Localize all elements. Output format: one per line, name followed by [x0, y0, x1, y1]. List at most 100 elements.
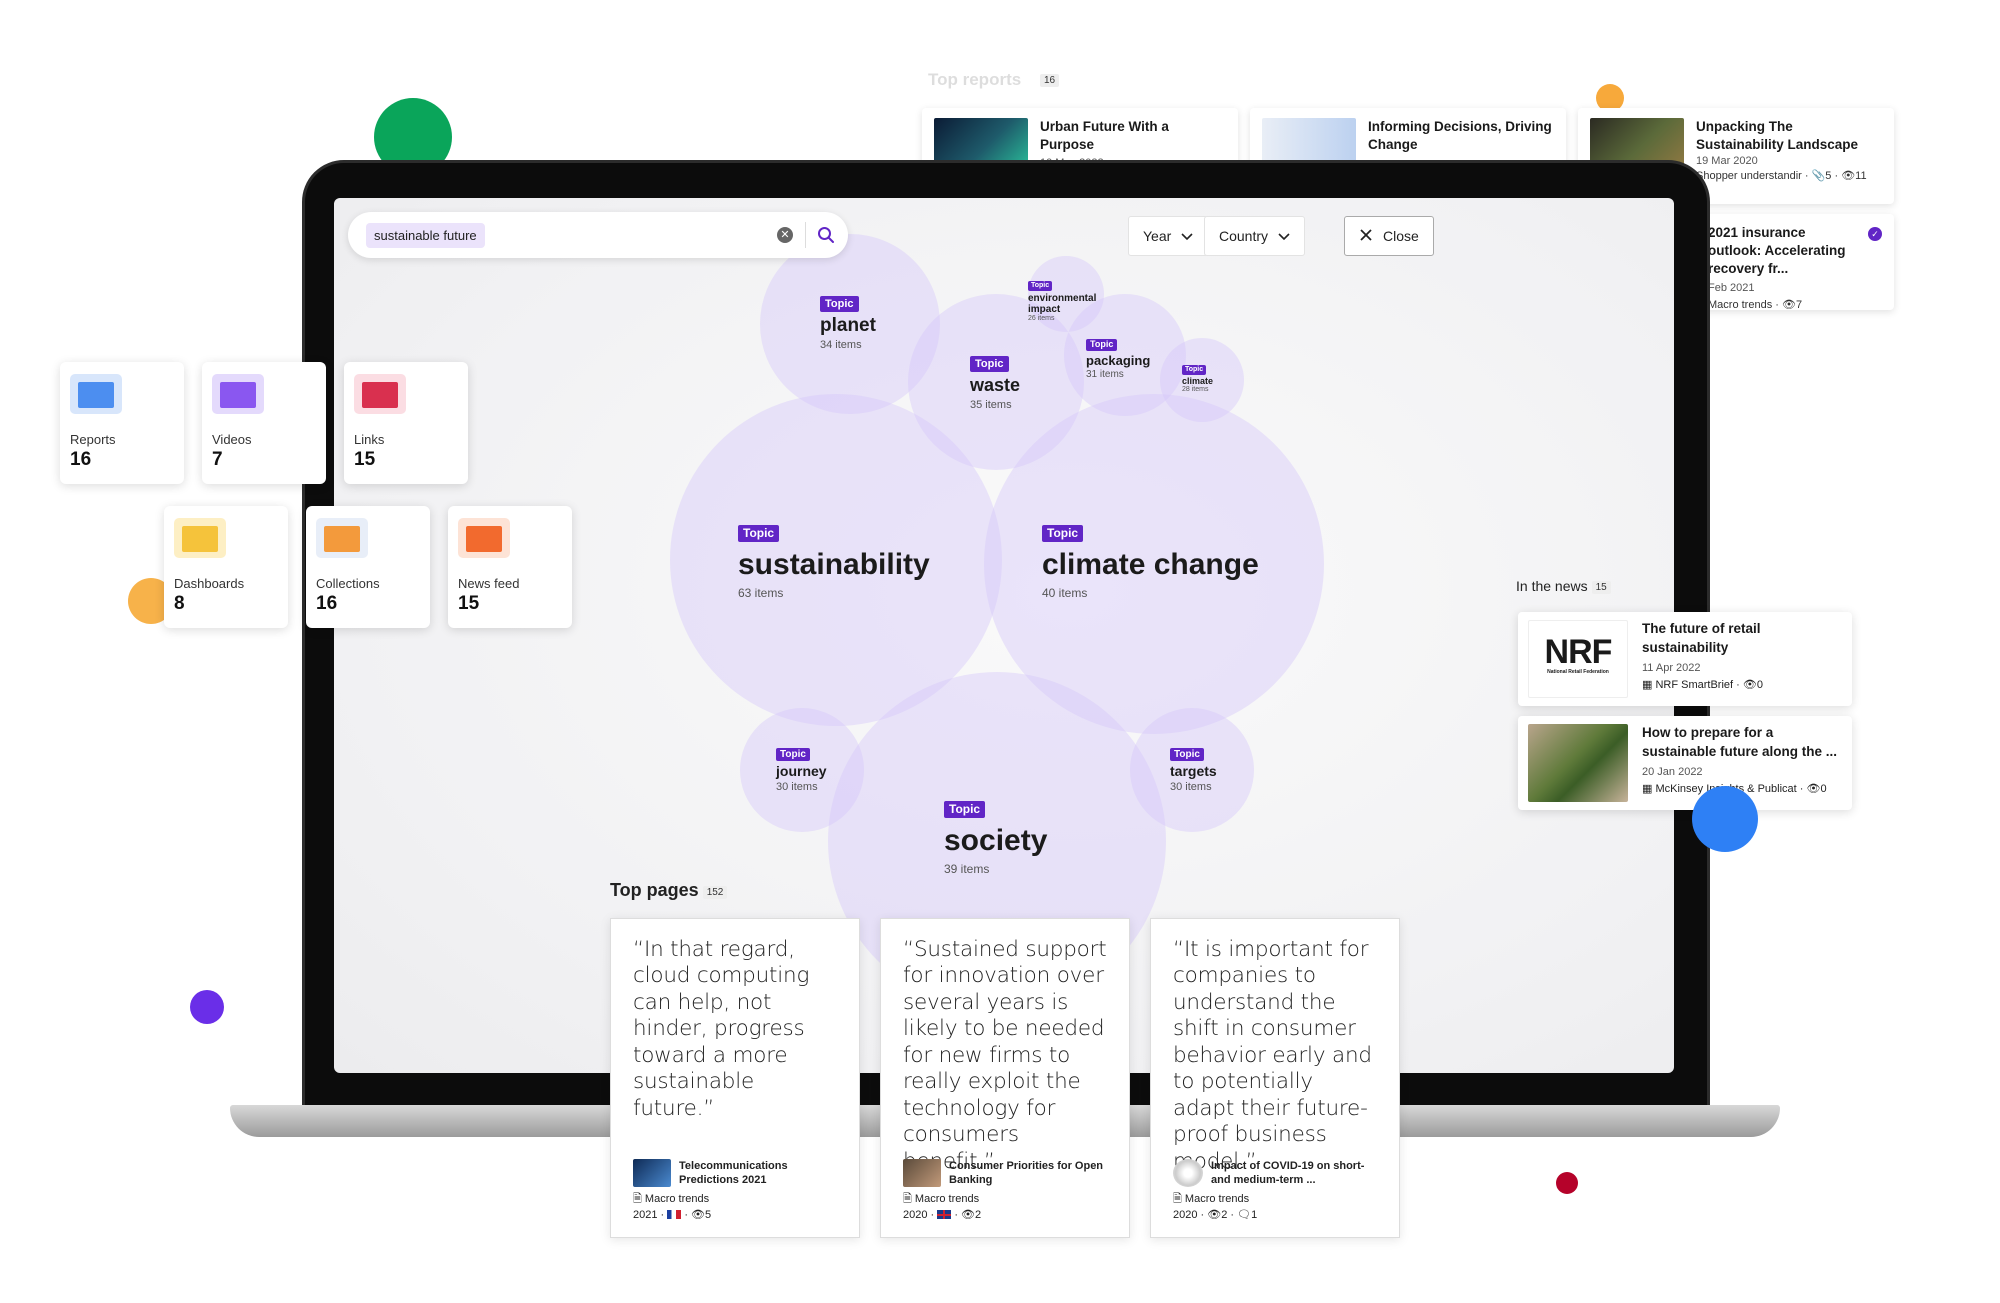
top-pages-label: Top pages: [610, 880, 699, 900]
source-title: Telecommunications Predictions 2021: [679, 1159, 788, 1187]
topic-climate[interactable]: Topic climate 28 items: [1182, 358, 1213, 394]
topic-tag: Topic: [1028, 281, 1053, 291]
logo-text: NRF: [1544, 633, 1613, 671]
report-date: Feb 2021: [1708, 281, 1755, 294]
topic-society[interactable]: Topic society 39 items: [944, 800, 1047, 876]
content-type-links[interactable]: Links 15: [344, 362, 468, 484]
report-views-count: 7: [1795, 298, 1803, 311]
topic-count: 26 items: [1028, 314, 1055, 322]
source-meta: 🗎 Macro trends 2020 · · 👁2: [903, 1193, 982, 1221]
top-pages-header: Top pages 152: [610, 880, 728, 901]
topic-tag: Topic: [776, 748, 810, 761]
quote-source: Impact of COVID-19 on short- and medium-…: [1173, 1158, 1383, 1223]
news-views: 0: [1756, 678, 1763, 691]
report-meta: Macro trends · 👁7: [1708, 298, 1803, 311]
topic-name: journey: [776, 762, 827, 779]
source-thumbnail: [903, 1158, 941, 1187]
news-header: In the news 15: [1516, 578, 1611, 594]
topic-count: 39 items: [944, 862, 990, 877]
eye-icon: 👁: [691, 1208, 706, 1221]
tile-count: 16: [316, 593, 338, 614]
report-date: 19 Mar 2020: [1696, 155, 1758, 168]
tile-label: News feed: [458, 576, 520, 591]
content-type-videos[interactable]: Videos 7: [202, 362, 326, 484]
tile-label: Reports: [70, 432, 116, 447]
content-type-news-feed[interactable]: News feed 15: [448, 506, 572, 628]
topic-targets[interactable]: Topic targets 30 items: [1170, 744, 1217, 793]
topic-name: planet: [820, 315, 876, 337]
source-title: Impact of COVID-19 on short- and medium-…: [1211, 1159, 1365, 1187]
year-filter-dropdown[interactable]: Year: [1128, 216, 1209, 256]
topic-sustainability[interactable]: Topic sustainability 63 items: [738, 524, 930, 600]
tile-label: Links: [354, 432, 385, 447]
news-date: 20 Jan 2022: [1642, 765, 1703, 778]
topic-climate-change[interactable]: Topic climate change 40 items: [1042, 524, 1259, 600]
topic-count: 35 items: [970, 398, 1012, 411]
content-type-dashboards[interactable]: Dashboards 8: [164, 506, 288, 628]
marketing-composition: Top reports 16 Urban Future With a Purpo…: [0, 0, 2000, 1303]
topic-count: 30 items: [776, 780, 818, 793]
search-bar[interactable]: sustainable future ✕: [348, 212, 848, 258]
quote-source: Consumer Priorities for Open Banking 🗎 M…: [903, 1158, 1113, 1223]
source-comments: 1: [1251, 1208, 1258, 1221]
topic-packaging[interactable]: Topic packaging 31 items: [1086, 334, 1150, 380]
source-meta: 🗎 Macro trends 2020 · 👁2 · 🗨1: [1173, 1193, 1258, 1221]
chevron-down-icon: [1278, 228, 1290, 244]
topic-count: 31 items: [1086, 368, 1124, 380]
tile-label: Collections: [316, 576, 380, 591]
close-button[interactable]: Close: [1344, 216, 1434, 256]
source-year: 2020: [903, 1208, 928, 1221]
topic-tag: Topic: [738, 525, 780, 543]
chevron-down-icon: [1181, 228, 1193, 244]
tile-count: 16: [70, 449, 92, 470]
report-category: Shopper understandir: [1696, 170, 1802, 183]
clear-search-icon[interactable]: ✕: [777, 227, 793, 243]
tile-count: 8: [174, 593, 185, 614]
topic-tag: Topic: [1182, 365, 1207, 375]
tile-count: 15: [354, 449, 376, 470]
content-type-collections[interactable]: Collections 16: [306, 506, 430, 628]
topic-count: 30 items: [1170, 780, 1212, 793]
news-card[interactable]: How to prepare for a sustainable future …: [1518, 716, 1852, 810]
paperclip-icon: 📎: [1811, 170, 1826, 183]
quote-card[interactable]: “It is important for companies to unders…: [1150, 918, 1400, 1238]
comment-icon: 🗨: [1237, 1208, 1252, 1221]
decor-blue-dot: [1692, 786, 1758, 852]
content-type-reports[interactable]: Reports 16: [60, 362, 184, 484]
building-icon: ▦: [1642, 678, 1653, 691]
topic-count: 40 items: [1042, 586, 1088, 601]
topic-tag: Topic: [970, 356, 1009, 373]
quote-source: Telecommunications Predictions 2021 🗎 Ma…: [633, 1158, 843, 1223]
search-icon[interactable]: [816, 225, 836, 245]
eye-icon: 👁: [1841, 170, 1856, 183]
quote-text: “In that regard, cloud computing can hel…: [633, 937, 810, 1121]
close-icon: [1359, 228, 1373, 245]
topic-environmental-impact[interactable]: Topic environmental impact 26 items: [1028, 274, 1108, 322]
news-card[interactable]: NRF National Retail Federation The futur…: [1518, 612, 1852, 706]
quote-text: “Sustained support for innovation over s…: [903, 937, 1107, 1174]
topic-name: packaging: [1086, 352, 1151, 368]
eye-icon: 👁: [1207, 1208, 1222, 1221]
source-category: Macro trends: [1184, 1193, 1250, 1206]
quote-card[interactable]: “In that regard, cloud computing can hel…: [610, 918, 860, 1238]
topic-count: 28 items: [1182, 386, 1209, 394]
topic-journey[interactable]: Topic journey 30 items: [776, 744, 827, 793]
news-title: How to prepare for a sustainable future …: [1642, 725, 1838, 759]
flag-fr-icon: [667, 1210, 682, 1220]
source-thumbnail: [1173, 1158, 1203, 1187]
report-title: Urban Future With a Purpose: [1040, 119, 1169, 153]
topic-name: waste: [970, 375, 1021, 396]
country-filter-dropdown[interactable]: Country: [1204, 216, 1306, 256]
eye-icon: 👁: [1781, 298, 1796, 311]
topic-tag: Topic: [944, 801, 986, 819]
topic-tag: Topic: [820, 296, 859, 313]
search-query-chip[interactable]: sustainable future: [366, 222, 485, 248]
top-reports-header: Top reports: [928, 70, 1021, 90]
quote-card[interactable]: “Sustained support for innovation over s…: [880, 918, 1130, 1238]
news-source: NRF SmartBrief: [1655, 678, 1734, 691]
quote-text: “It is important for companies to unders…: [1173, 937, 1372, 1174]
topic-waste[interactable]: Topic waste 35 items: [970, 354, 1020, 411]
topic-count: 63 items: [738, 586, 784, 601]
source-views: 2: [975, 1208, 982, 1221]
topic-planet[interactable]: Topic planet 34 items: [820, 294, 876, 351]
